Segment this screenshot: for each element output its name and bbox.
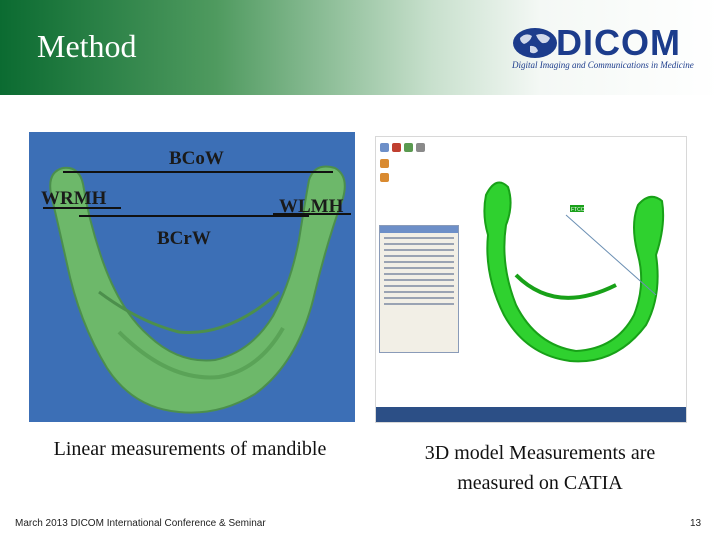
caption-right: 3D model Measurements are measured on CA… bbox=[390, 438, 690, 498]
label-bcow: BCoW bbox=[169, 148, 224, 169]
slide-header: Method DICOM Digital Imaging and Communi… bbox=[0, 0, 720, 95]
dicom-logo: DICOM Digital Imaging and Communications… bbox=[508, 22, 708, 78]
catia-tree-icon bbox=[380, 159, 389, 168]
catia-tree-icon bbox=[380, 173, 389, 182]
catia-small-label: FTCC bbox=[571, 207, 585, 213]
catia-toolbar-icon bbox=[416, 143, 425, 152]
caption-right-line1: 3D model Measurements are bbox=[424, 442, 656, 464]
globe-icon bbox=[513, 28, 557, 58]
caption-right-line2: measured on CATIA bbox=[457, 472, 623, 494]
catia-3d-mandible: FTCC bbox=[483, 181, 665, 363]
logo-wordmark: DICOM bbox=[556, 22, 681, 63]
catia-toolbar-icon bbox=[392, 143, 401, 152]
caption-left: Linear measurements of mandible bbox=[53, 438, 327, 460]
label-bcrw: BCrW bbox=[157, 228, 211, 249]
catia-toolbar-icon bbox=[380, 143, 389, 152]
label-wlmh: WLMH bbox=[279, 196, 344, 217]
mandible-measurement-figure: BCoW WRMH WLMH BCrW bbox=[29, 132, 355, 422]
page-number: 13 bbox=[690, 518, 702, 529]
label-wrmh: WRMH bbox=[41, 188, 107, 209]
mandible-diagram: BCoW WRMH WLMH BCrW bbox=[41, 148, 351, 414]
logo-tagline: Digital Imaging and Communications in Me… bbox=[512, 60, 694, 70]
catia-measure-dialog bbox=[379, 225, 459, 353]
footer-text: March 2013 DICOM International Conferenc… bbox=[15, 518, 266, 529]
windows-taskbar bbox=[376, 407, 686, 422]
slide-title: Method bbox=[37, 28, 137, 64]
catia-toolbar-icon bbox=[404, 143, 413, 152]
catia-screenshot-figure: FTCC bbox=[375, 136, 687, 423]
